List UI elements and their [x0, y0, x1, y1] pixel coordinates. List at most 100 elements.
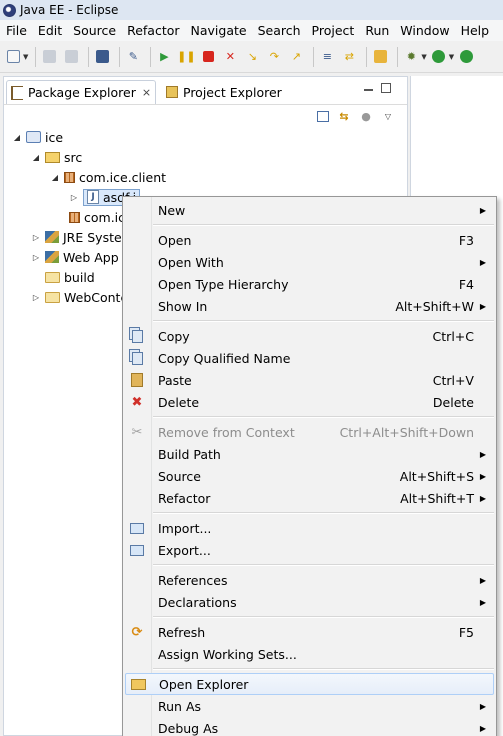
menu-shortcut: F4 [458, 276, 474, 292]
resume-icon[interactable]: ▶ [155, 48, 173, 66]
tree-item-jre[interactable]: ▷ JRE Syster [31, 227, 127, 247]
submenu-arrow-icon: ▶ [479, 597, 486, 607]
run-icon[interactable] [430, 48, 448, 66]
use-step-filters-icon[interactable]: ≡ [318, 48, 336, 66]
minimize-icon[interactable] [364, 83, 373, 91]
open-type-icon[interactable] [371, 48, 389, 66]
tree-item-src[interactable]: ◢ src [31, 147, 82, 167]
menu-edit[interactable]: Edit [32, 20, 67, 41]
collapsed-arrow-icon[interactable]: ▷ [69, 193, 79, 202]
menu-search[interactable]: Search [252, 20, 306, 41]
menu-item-new[interactable]: New ▶ [125, 199, 494, 221]
step-over-icon[interactable]: ↷ [265, 48, 283, 66]
menu-item-assign-working-sets[interactable]: Assign Working Sets... [125, 643, 494, 665]
tree-item-webapp[interactable]: ▷ Web App [31, 247, 119, 267]
menu-shortcut: Ctrl+V [432, 372, 474, 388]
expanded-arrow-icon[interactable]: ◢ [12, 133, 22, 142]
menu-item-debug-as[interactable]: Debug As ▶ [125, 717, 494, 736]
menu-item-label: Open Type Hierarchy [158, 276, 289, 292]
submenu-arrow-icon: ▶ [479, 205, 486, 215]
submenu-arrow-icon: ▶ [479, 301, 486, 311]
expanded-arrow-icon[interactable]: ◢ [31, 153, 41, 162]
menu-item-run-as[interactable]: Run As ▶ [125, 695, 494, 717]
new-icon[interactable] [4, 48, 22, 66]
menu-refactor[interactable]: Refactor [121, 20, 184, 41]
step-return-icon[interactable]: ↗ [287, 48, 305, 66]
menu-item-label: Run As [158, 698, 202, 714]
menu-item-refactor[interactable]: Refactor Alt+Shift+T ▶ [125, 487, 494, 509]
menu-source[interactable]: Source [67, 20, 121, 41]
menu-item-build-path[interactable]: Build Path ▶ [125, 443, 494, 465]
menu-item-label: Refresh [158, 624, 206, 640]
drop-to-frame-icon[interactable]: ⇄ [340, 48, 358, 66]
new-server-icon[interactable] [457, 48, 475, 66]
focus-on-active-task-icon[interactable]: ● [359, 109, 373, 123]
console-icon[interactable] [93, 48, 111, 66]
menu-separator [153, 320, 494, 322]
menu-item-export[interactable]: Export... [125, 539, 494, 561]
menu-file[interactable]: File [0, 20, 32, 41]
suspend-icon[interactable]: ❚❚ [177, 48, 195, 66]
menu-item-paste[interactable]: Paste Ctrl+V [125, 369, 494, 391]
view-menu-icon[interactable]: ▽ [381, 109, 395, 123]
menu-item-show-in[interactable]: Show In Alt+Shift+W ▶ [125, 295, 494, 317]
terminate-icon[interactable] [199, 48, 217, 66]
tree-item-build[interactable]: build [45, 267, 95, 287]
menu-item-references[interactable]: References ▶ [125, 569, 494, 591]
folder-icon [45, 271, 60, 283]
menu-item-open[interactable]: Open F3 [125, 229, 494, 251]
save-icon[interactable] [40, 48, 58, 66]
menu-item-copy-qualified-name[interactable]: Copy Qualified Name [125, 347, 494, 369]
menu-item-remove-from-context[interactable]: ✂ Remove from Context Ctrl+Alt+Shift+Dow… [125, 421, 494, 443]
menu-navigate[interactable]: Navigate [185, 20, 252, 41]
menu-item-open-explorer[interactable]: Open Explorer [125, 673, 494, 695]
menu-separator [153, 564, 494, 566]
save-all-icon[interactable] [62, 48, 80, 66]
menu-item-copy[interactable]: Copy Ctrl+C [125, 325, 494, 347]
collapsed-arrow-icon[interactable]: ▷ [31, 233, 41, 242]
menu-item-delete[interactable]: ✖ Delete Delete [125, 391, 494, 413]
maximize-icon[interactable] [381, 83, 391, 93]
toolbar-separator [150, 46, 152, 67]
menu-item-label: Refactor [158, 490, 211, 506]
tree-item-package-2[interactable]: com.ic [69, 207, 125, 227]
refresh-icon: ⟳ [131, 624, 143, 640]
tab-package-explorer[interactable]: Package Explorer ⨯ [6, 80, 156, 104]
menu-window[interactable]: Window [394, 20, 454, 41]
toolbar-separator [35, 46, 37, 67]
step-into-icon[interactable]: ↘ [243, 48, 261, 66]
submenu-arrow-icon: ▶ [479, 575, 486, 585]
close-icon[interactable]: ⨯ [142, 86, 151, 99]
package-explorer-icon [11, 85, 23, 100]
run-dropdown-icon[interactable]: ▼ [449, 53, 454, 61]
tree-item-package[interactable]: ◢ com.ice.client [50, 167, 166, 187]
menu-item-open-type-hierarchy[interactable]: Open Type Hierarchy F4 [125, 273, 494, 295]
disconnect-icon[interactable]: ✕ [221, 48, 239, 66]
new-dropdown-icon[interactable]: ▼ [23, 53, 28, 61]
tab-project-explorer[interactable]: Project Explorer [160, 80, 320, 104]
menu-item-refresh[interactable]: ⟳ Refresh F5 [125, 621, 494, 643]
export-icon [129, 542, 145, 558]
menu-help[interactable]: Help [455, 20, 495, 41]
eclipse-logo-icon [3, 3, 16, 17]
collapsed-arrow-icon[interactable]: ▷ [31, 253, 41, 262]
skip-breakpoints-icon[interactable]: ✎ [124, 48, 142, 66]
collapsed-arrow-icon[interactable]: ▷ [31, 293, 41, 302]
library-icon [45, 231, 59, 243]
menu-run[interactable]: Run [359, 20, 394, 41]
debug-dropdown-icon[interactable]: ▼ [421, 53, 426, 61]
menu-item-label: Build Path [158, 446, 221, 462]
debug-icon[interactable]: ✹ [402, 48, 420, 66]
menu-project[interactable]: Project [306, 20, 360, 41]
tree-item-project[interactable]: ◢ ice [12, 127, 63, 147]
tree-item-webcontent[interactable]: ▷ WebConte [31, 287, 128, 307]
window-title: Java EE - Eclipse [20, 3, 119, 17]
menu-item-declarations[interactable]: Declarations ▶ [125, 591, 494, 613]
collapse-all-icon[interactable] [317, 110, 329, 122]
source-folder-icon [45, 151, 60, 163]
menu-item-import[interactable]: Import... [125, 517, 494, 539]
menu-item-source[interactable]: Source Alt+Shift+S ▶ [125, 465, 494, 487]
expanded-arrow-icon[interactable]: ◢ [50, 173, 60, 182]
menu-item-open-with[interactable]: Open With ▶ [125, 251, 494, 273]
link-with-editor-icon[interactable]: ⇆ [337, 109, 351, 123]
